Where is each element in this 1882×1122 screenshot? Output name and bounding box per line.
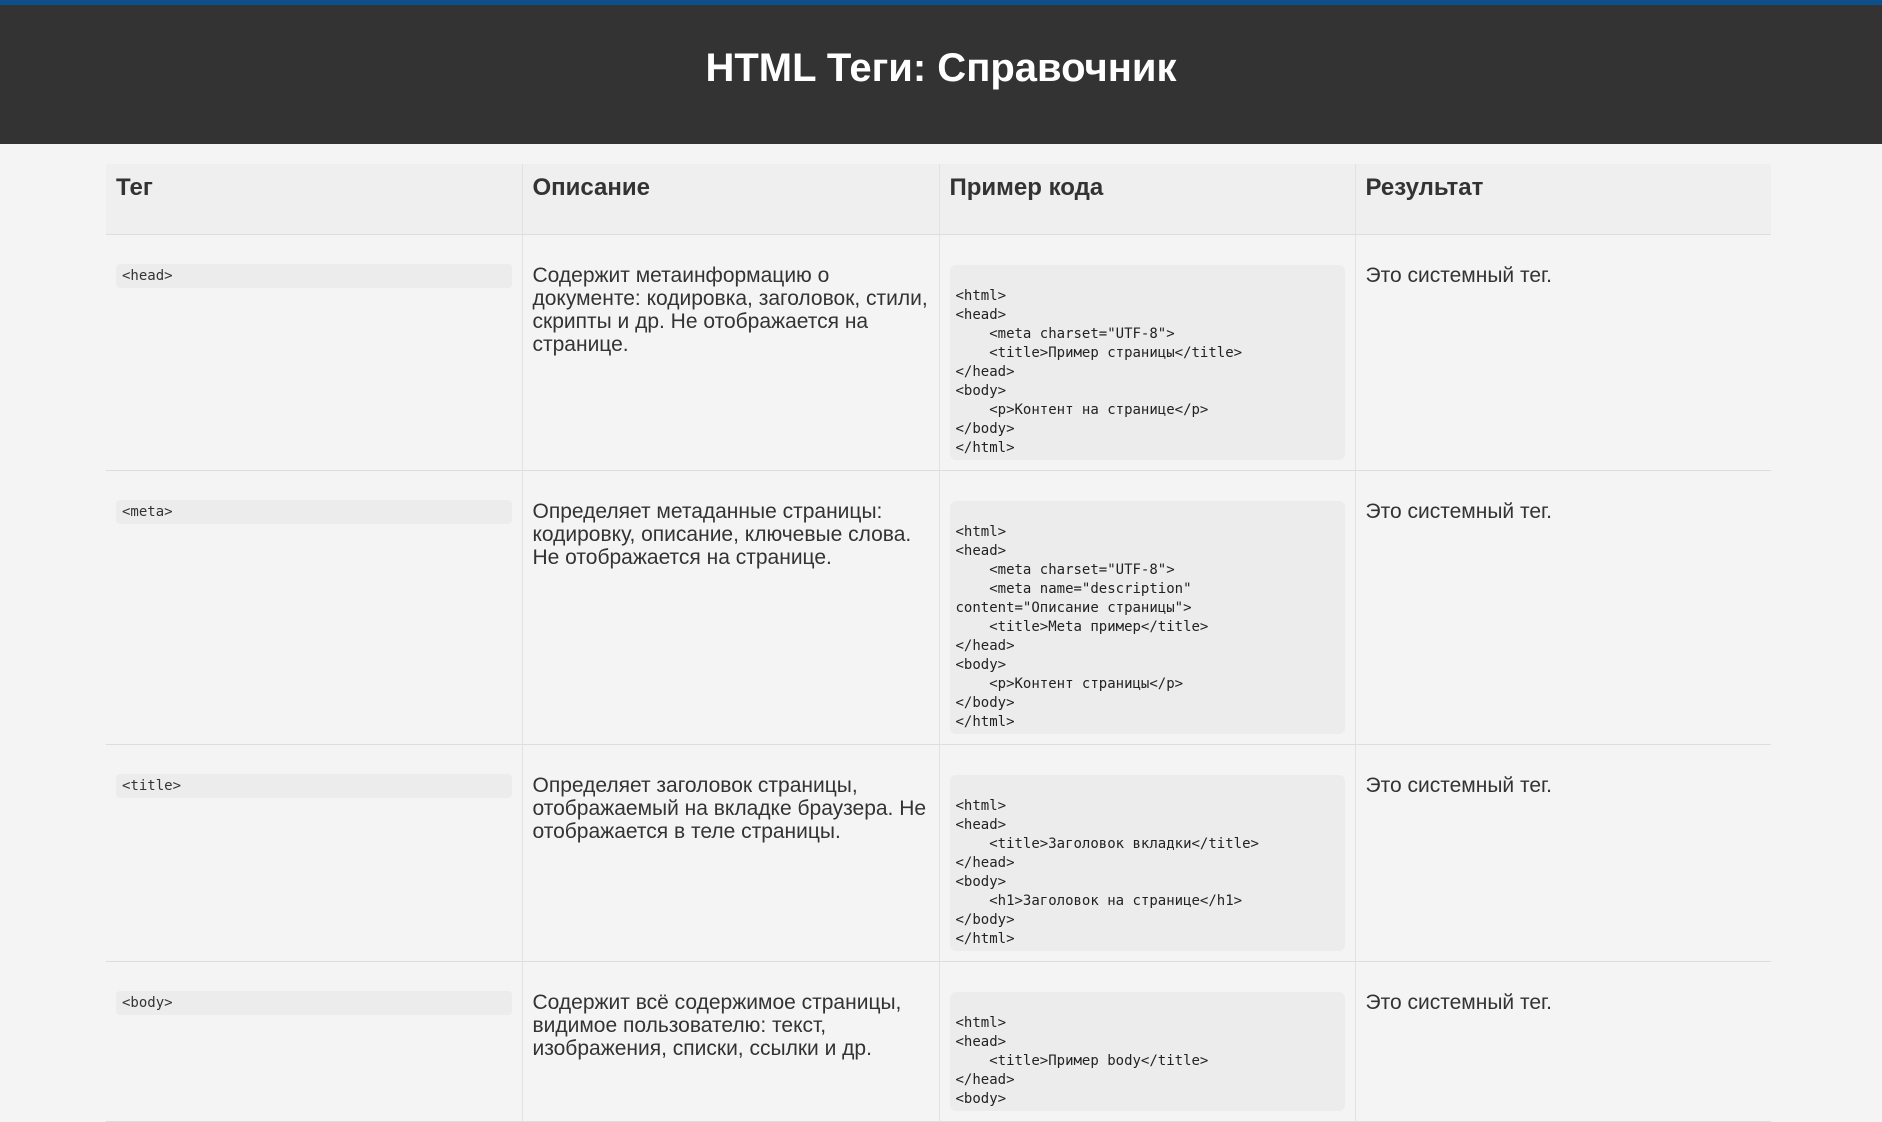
result-text: Это системный тег. <box>1365 774 1552 797</box>
tag-description: Содержит всё содержимое страницы, видимо… <box>532 991 902 1060</box>
tags-table-container: Тег Описание Пример кода Результат <head… <box>106 164 1771 1122</box>
result-text: Это системный тег. <box>1365 991 1552 1014</box>
page-header: HTML Теги: Справочник <box>0 5 1882 144</box>
table-row: <meta> Определяет метаданные страницы: к… <box>106 470 1771 745</box>
tag-description: Определяет заголовок страницы, отображае… <box>532 774 927 843</box>
code-example: <html> <head> <meta charset="UTF-8"> <ti… <box>949 265 1345 460</box>
description-cell: Содержит метаинформацию о документе: код… <box>521 234 939 471</box>
column-header-tag: Тег <box>106 164 522 235</box>
description-cell: Определяет заголовок страницы, отображае… <box>521 744 939 962</box>
tag-description: Содержит метаинформацию о документе: код… <box>532 264 928 356</box>
result-text: Это системный тег. <box>1365 500 1552 523</box>
table-row: <title> Определяет заголовок страницы, о… <box>106 744 1771 962</box>
result-cell: Это системный тег. <box>1354 961 1771 1122</box>
code-example: <html> <head> <title>Пример body</title>… <box>949 992 1345 1111</box>
description-cell: Содержит всё содержимое страницы, видимо… <box>521 961 939 1122</box>
tag-code: <meta> <box>116 500 512 524</box>
result-text: Это системный тег. <box>1365 264 1552 287</box>
table-row: <body> Содержит всё содержимое страницы,… <box>106 961 1771 1122</box>
tag-description: Определяет метаданные страницы: кодировк… <box>532 500 912 569</box>
example-cell: <html> <head> <title>Пример body</title>… <box>938 961 1355 1122</box>
column-header-description: Описание <box>521 164 939 235</box>
column-header-result: Результат <box>1354 164 1771 235</box>
tag-cell: <meta> <box>106 470 522 745</box>
description-cell: Определяет метаданные страницы: кодировк… <box>521 470 939 745</box>
code-example: <html> <head> <title>Заголовок вкладки</… <box>949 775 1345 951</box>
code-example: <html> <head> <meta charset="UTF-8"> <me… <box>949 501 1345 734</box>
example-cell: <html> <head> <title>Заголовок вкладки</… <box>938 744 1355 962</box>
tag-code: <body> <box>116 991 512 1015</box>
tag-cell: <head> <box>106 234 522 471</box>
table-row: <head> Содержит метаинформацию о докумен… <box>106 234 1771 471</box>
example-cell: <html> <head> <meta charset="UTF-8"> <me… <box>938 470 1355 745</box>
result-cell: Это системный тег. <box>1354 234 1771 471</box>
table-header-row: Тег Описание Пример кода Результат <box>106 164 1771 235</box>
example-cell: <html> <head> <meta charset="UTF-8"> <ti… <box>938 234 1355 471</box>
page-title: HTML Теги: Справочник <box>705 46 1177 90</box>
tag-code: <head> <box>116 264 512 288</box>
column-header-example: Пример кода <box>938 164 1355 235</box>
tag-cell: <body> <box>106 961 522 1122</box>
tag-cell: <title> <box>106 744 522 962</box>
tags-table: Тег Описание Пример кода Результат <head… <box>106 164 1771 1122</box>
result-cell: Это системный тег. <box>1354 744 1771 962</box>
result-cell: Это системный тег. <box>1354 470 1771 745</box>
tag-code: <title> <box>116 774 512 798</box>
